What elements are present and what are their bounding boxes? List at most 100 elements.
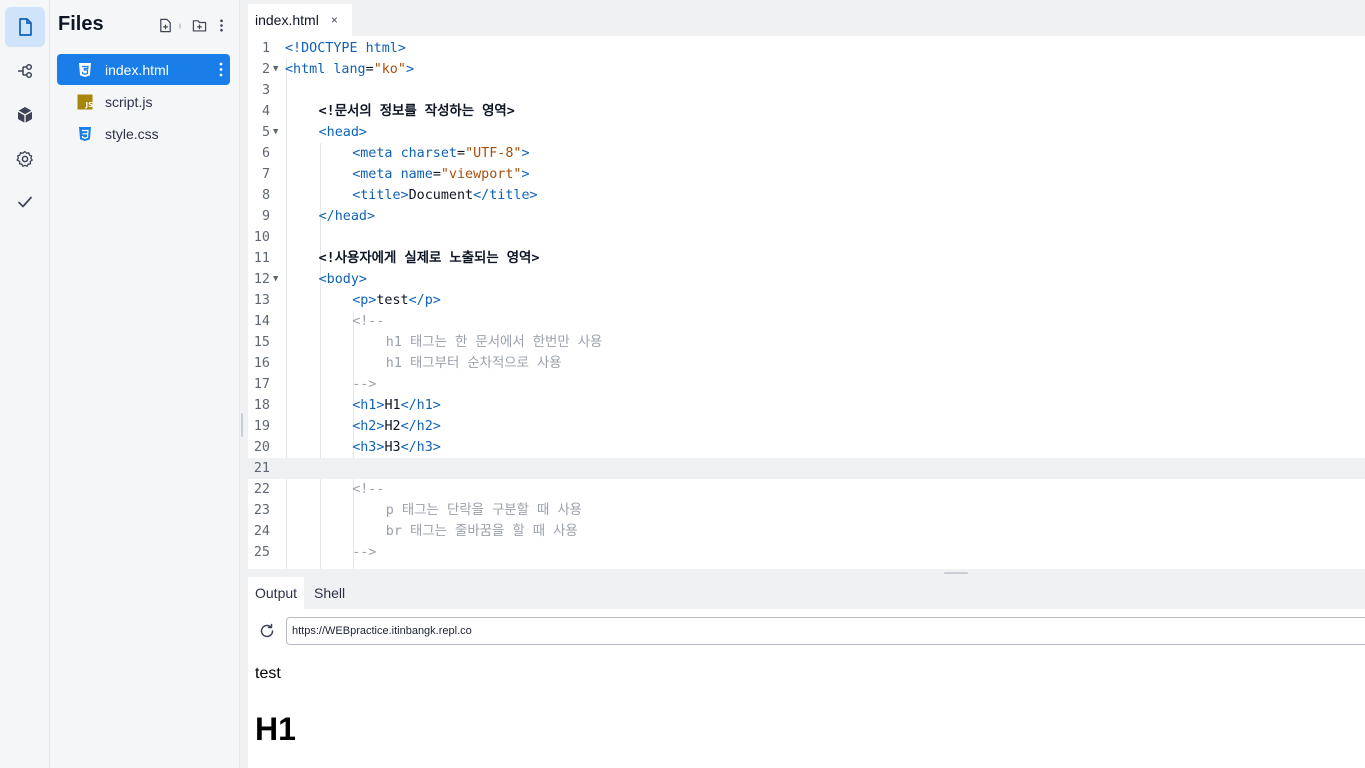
tab-index-html[interactable]: index.html ×: [248, 4, 352, 36]
code-token: H1: [384, 398, 401, 413]
code-text: <h1>H1</h1>: [352, 395, 441, 416]
code-line[interactable]: 8 <title>Document</title>: [248, 185, 1365, 206]
code-token: lang: [333, 62, 366, 77]
url-input[interactable]: https://WEBpractice.itinbangk.repl.co: [286, 617, 1365, 645]
code-line[interactable]: 12 ▼ <body>: [248, 269, 1365, 290]
code-token: >: [405, 62, 414, 77]
packages-icon[interactable]: [5, 95, 45, 135]
fold-toggle-icon[interactable]: ▼: [273, 122, 278, 143]
code-token: p 태그는 단락을 구분할 때 사용: [385, 503, 582, 518]
code-token: </h1>: [400, 398, 441, 413]
code-line[interactable]: 14 <!--: [248, 311, 1365, 332]
files-icon[interactable]: [5, 7, 45, 47]
code-token: Document: [408, 188, 474, 203]
code-line[interactable]: 9 </head>: [248, 206, 1365, 227]
code-line[interactable]: 17 -->: [248, 374, 1365, 395]
files-more-icon[interactable]: [212, 16, 230, 34]
line-number: 21: [253, 461, 270, 476]
file-more-icon[interactable]: [218, 61, 224, 78]
code-token: <h2>: [352, 419, 385, 434]
preview-paragraph: test: [255, 665, 281, 682]
code-line[interactable]: 1 <!DOCTYPE html>: [248, 38, 1365, 59]
code-line[interactable]: 13 <p>test</p>: [248, 290, 1365, 311]
code-token: </p>: [408, 293, 441, 308]
code-text: h1 태그부터 순차적으로 사용: [386, 353, 562, 374]
code-line[interactable]: 21: [248, 458, 1365, 479]
line-number: 4: [261, 104, 270, 119]
code-token: h1 태그는 한 문서에서 한번만 사용: [385, 335, 603, 350]
line-number: 12: [253, 272, 270, 287]
css3-icon: [77, 126, 93, 142]
code-token: <p>: [352, 293, 377, 308]
code-token: H3: [384, 440, 401, 455]
code-line[interactable]: 18 <h1>H1</h1>: [248, 395, 1365, 416]
code-line[interactable]: 25 -->: [248, 542, 1365, 563]
file-item-script-js[interactable]: JS script.js: [57, 86, 230, 117]
code-line[interactable]: 20 <h3>H3</h3>: [248, 437, 1365, 458]
line-number: 25: [253, 545, 270, 560]
toolbar-separator: [176, 16, 184, 34]
js-badge-text: JS: [85, 101, 94, 109]
reload-icon[interactable]: [258, 622, 276, 640]
line-number: 11: [253, 251, 270, 266]
code-line[interactable]: 23 p 태그는 단락을 구분할 때 사용: [248, 500, 1365, 521]
code-line[interactable]: 4 <!문서의 정보를 작성하는 영역>: [248, 101, 1365, 122]
new-folder-icon[interactable]: [190, 16, 208, 34]
code-token: >: [521, 167, 530, 182]
code-text: <p>test</p>: [352, 290, 441, 311]
code-line[interactable]: 11 <!사용자에게 실제로 노출되는 영역>: [248, 248, 1365, 269]
code-editor[interactable]: 1 <!DOCTYPE html> 2 ▼ <html lang="ko"> 3 4 <!문서…: [248, 36, 1365, 569]
settings-gear-icon[interactable]: [5, 139, 45, 179]
line-number: 15: [253, 335, 270, 350]
code-line[interactable]: 24 br 태그는 줄바꿈을 할 때 사용: [248, 521, 1365, 542]
code-token: =: [365, 62, 374, 77]
file-name: index.html: [105, 61, 169, 78]
file-item-index-html[interactable]: index.html: [57, 54, 230, 85]
code-line[interactable]: 19 <h2>H2</h2>: [248, 416, 1365, 437]
tab-output[interactable]: Output: [248, 577, 305, 609]
code-token: charset: [400, 146, 457, 161]
line-number: 24: [253, 524, 270, 539]
code-line[interactable]: 7 <meta name="viewport">: [248, 164, 1365, 185]
code-line[interactable]: 5 ▼ <head>: [248, 122, 1365, 143]
file-name: style.css: [105, 125, 159, 142]
line-number: 1: [261, 41, 270, 56]
code-text: <meta name="viewport">: [352, 164, 529, 185]
code-line[interactable]: 10: [248, 227, 1365, 248]
new-file-icon[interactable]: [156, 16, 174, 34]
code-token: </h3>: [400, 440, 441, 455]
code-text: -->: [352, 374, 376, 395]
code-text: <!--: [352, 479, 384, 500]
tab-shell[interactable]: Shell: [307, 577, 352, 609]
code-line[interactable]: 2 ▼ <html lang="ko">: [248, 59, 1365, 80]
code-line[interactable]: 15 h1 태그는 한 문서에서 한번만 사용: [248, 332, 1365, 353]
checkmark-icon[interactable]: [5, 182, 45, 222]
code-line[interactable]: 6 <meta charset="UTF-8">: [248, 143, 1365, 164]
panel-resize-handle[interactable]: [240, 0, 248, 768]
code-token: <meta: [352, 146, 393, 161]
fold-toggle-icon[interactable]: ▼: [273, 59, 278, 80]
code-text: <body>: [319, 269, 367, 290]
code-text: <!사용자에게 실제로 노출되는 영역>: [319, 248, 540, 269]
version-control-icon[interactable]: [5, 51, 45, 91]
line-number: 19: [253, 419, 270, 434]
line-number: 13: [253, 293, 270, 308]
code-token: <!--: [352, 482, 385, 497]
code-line[interactable]: 3: [248, 80, 1365, 101]
code-token: test: [376, 293, 409, 308]
code-token: h1 태그부터 순차적으로 사용: [385, 356, 562, 371]
code-line[interactable]: 16 h1 태그부터 순차적으로 사용: [248, 353, 1365, 374]
code-token: <body>: [318, 272, 367, 287]
file-name: script.js: [105, 93, 153, 110]
code-token: "UTF-8": [465, 146, 522, 161]
line-number: 3: [261, 83, 270, 98]
code-text: -->: [352, 542, 376, 563]
line-number: 5: [261, 125, 270, 140]
output-resize-handle[interactable]: [248, 569, 1365, 577]
fold-toggle-icon[interactable]: ▼: [273, 269, 278, 290]
file-item-style-css[interactable]: style.css: [57, 118, 230, 149]
code-token: <head>: [318, 125, 367, 140]
tab-close-icon[interactable]: ×: [331, 13, 338, 27]
code-line[interactable]: 22 <!--: [248, 479, 1365, 500]
